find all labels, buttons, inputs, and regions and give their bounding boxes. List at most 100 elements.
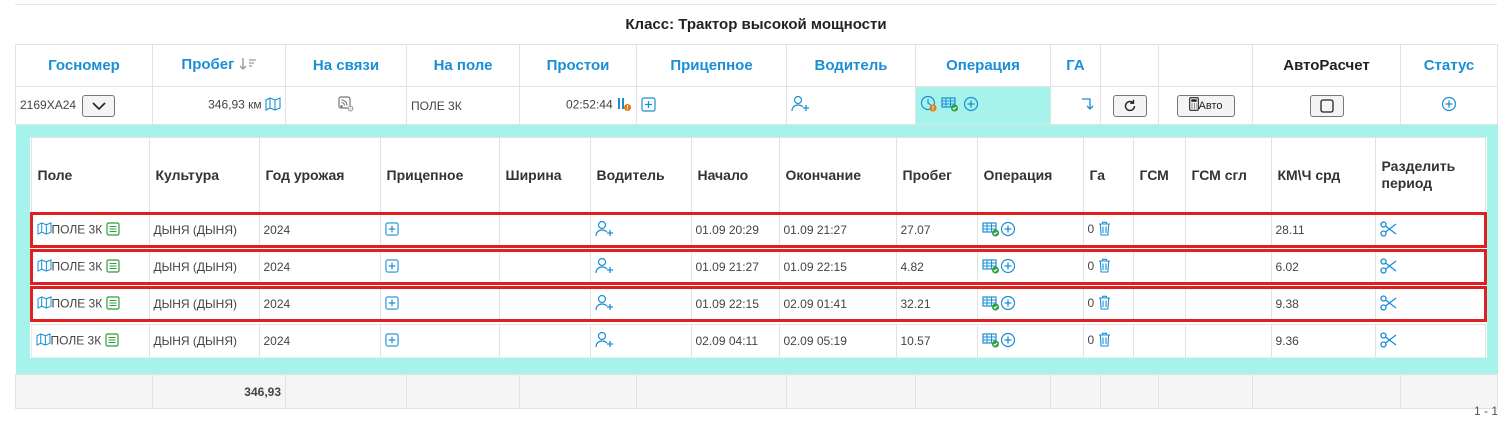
add-user-icon[interactable] [594, 257, 615, 278]
col-voditel[interactable]: Водитель [786, 44, 916, 87]
kultura-value: ДЫНЯ (ДЫНЯ) [148, 324, 260, 358]
col-voditel-label: Водитель [814, 57, 888, 74]
col-gosnomer[interactable]: Госномер [15, 44, 153, 87]
sub-col-nachalo[interactable]: Начало [690, 137, 780, 214]
sub-col-operaciya[interactable]: Операция [976, 137, 1084, 214]
col-na-pole[interactable]: На поле [406, 44, 520, 87]
sub-col-gsm[interactable]: ГСМ [1132, 137, 1186, 214]
totals-empty [15, 374, 153, 409]
shirina-cell [498, 249, 591, 285]
trash-icon[interactable] [1098, 221, 1111, 239]
sub-col-gsm-sgl[interactable]: ГСМ сгл [1184, 137, 1272, 214]
sub-col-voditel[interactable]: Водитель [589, 137, 692, 214]
col-operaciya[interactable]: Операция [915, 44, 1051, 87]
pause-chart-icon[interactable] [616, 96, 632, 115]
ga-cell: 0 [1082, 324, 1134, 358]
plus-circle-icon[interactable] [1000, 258, 1016, 277]
pole-value: ПОЛЕ 3К [51, 259, 103, 274]
refresh-cell [1100, 86, 1159, 125]
plus-circle-icon[interactable] [1000, 221, 1016, 240]
plus-circle-icon[interactable] [963, 96, 979, 115]
voditel-cell [786, 86, 916, 125]
avtoraschet-checkbox-button[interactable] [1309, 94, 1344, 117]
pricepnoe-cell [379, 324, 500, 358]
plus-circle-icon[interactable] [1000, 332, 1016, 351]
sub-col-kultura[interactable]: Культура [148, 137, 260, 214]
sub-col-razdelit[interactable]: Разделить период [1374, 137, 1486, 214]
add-user-icon[interactable] [594, 331, 615, 352]
sub-col-kmh[interactable]: КМ\Ч срд [1270, 137, 1376, 214]
map-icon[interactable] [35, 333, 51, 349]
prostoi-cell: 02:52:44 [519, 86, 637, 125]
scissors-icon[interactable] [1379, 331, 1398, 351]
sub-col-okonchanie[interactable]: Окончание [778, 137, 897, 214]
table-check-icon[interactable] [941, 96, 959, 115]
trash-icon[interactable] [1098, 258, 1111, 276]
col-na-svyazi[interactable]: На связи [285, 44, 407, 87]
list-icon[interactable] [105, 258, 120, 276]
refresh-button[interactable] [1112, 94, 1147, 117]
col-ga[interactable]: ГА [1050, 44, 1101, 87]
scissors-icon[interactable] [1379, 294, 1398, 314]
sub-col-pole[interactable]: Поле [30, 137, 150, 214]
add-user-icon[interactable] [594, 294, 615, 315]
table-check-icon[interactable] [981, 221, 1000, 240]
col-prostoi-label: Простои [546, 57, 610, 74]
table-check-icon[interactable] [981, 332, 1000, 351]
table-check-icon[interactable] [981, 295, 1000, 314]
calculator-icon [1188, 96, 1199, 111]
shirina-cell [498, 324, 591, 358]
trash-icon[interactable] [1098, 295, 1111, 313]
trash-icon[interactable] [1098, 332, 1111, 350]
sub-col-pricepnoe[interactable]: Прицепное [379, 137, 500, 214]
plus-circle-icon[interactable] [1441, 96, 1457, 115]
col-operaciya-label: Операция [946, 57, 1020, 74]
scissors-icon[interactable] [1379, 257, 1398, 277]
table-check-icon[interactable] [981, 258, 1000, 277]
operaciya-cell [976, 212, 1084, 248]
okonchanie-value: 02.09 01:41 [778, 286, 897, 322]
list-icon[interactable] [105, 221, 120, 239]
totals-empty [1252, 374, 1401, 409]
add-user-icon[interactable] [791, 95, 811, 116]
col-probeg[interactable]: Пробег [152, 44, 286, 87]
sort-desc-icon[interactable] [239, 57, 257, 75]
sub-col-shirina[interactable]: Ширина [498, 137, 591, 214]
list-icon[interactable] [105, 295, 120, 313]
plus-square-icon[interactable] [384, 258, 399, 276]
plus-square-icon[interactable] [384, 295, 399, 313]
plus-square-icon[interactable] [641, 96, 656, 115]
totals-empty [636, 374, 787, 409]
operaciya-cell [976, 286, 1084, 322]
detail-row: Поле Культура Год урожая Прицепное Ширин… [15, 125, 1498, 375]
map-icon[interactable] [265, 97, 281, 114]
sub-col-probeg[interactable]: Пробег [895, 137, 978, 214]
vehicle-dropdown-button[interactable] [82, 94, 116, 117]
col-prostoi[interactable]: Простои [519, 44, 637, 87]
scissors-icon[interactable] [1379, 220, 1398, 240]
sub-col-ga[interactable]: Га [1082, 137, 1134, 214]
col-pricepnoe[interactable]: Прицепное [636, 44, 787, 87]
pole-value: ПОЛЕ 3К [51, 222, 103, 237]
gsm-cell [1132, 212, 1186, 248]
sub-col-god[interactable]: Год урожая [258, 137, 381, 214]
turn-down-arrow-icon[interactable] [1080, 96, 1096, 115]
map-icon[interactable] [36, 259, 52, 275]
map-icon[interactable] [36, 222, 52, 238]
avto-button[interactable]: Авто [1176, 94, 1235, 117]
gsm-cell [1132, 249, 1186, 285]
checkbox-icon [1319, 98, 1334, 113]
plus-circle-icon[interactable] [1000, 295, 1016, 314]
col-gosnomer-label: Госномер [48, 57, 120, 74]
list-icon[interactable] [104, 332, 119, 350]
razdelit-line-2: период [1381, 175, 1433, 191]
col-status[interactable]: Статус [1400, 44, 1498, 87]
na-svyazi-cell [285, 86, 407, 125]
okonchanie-value: 01.09 21:27 [778, 212, 897, 248]
col-na-svyazi-label: На связи [312, 57, 380, 74]
add-user-icon[interactable] [594, 220, 615, 241]
map-icon[interactable] [36, 296, 52, 312]
plus-square-icon[interactable] [384, 221, 399, 239]
plus-square-icon[interactable] [384, 332, 399, 350]
clock-icon[interactable] [920, 95, 938, 116]
